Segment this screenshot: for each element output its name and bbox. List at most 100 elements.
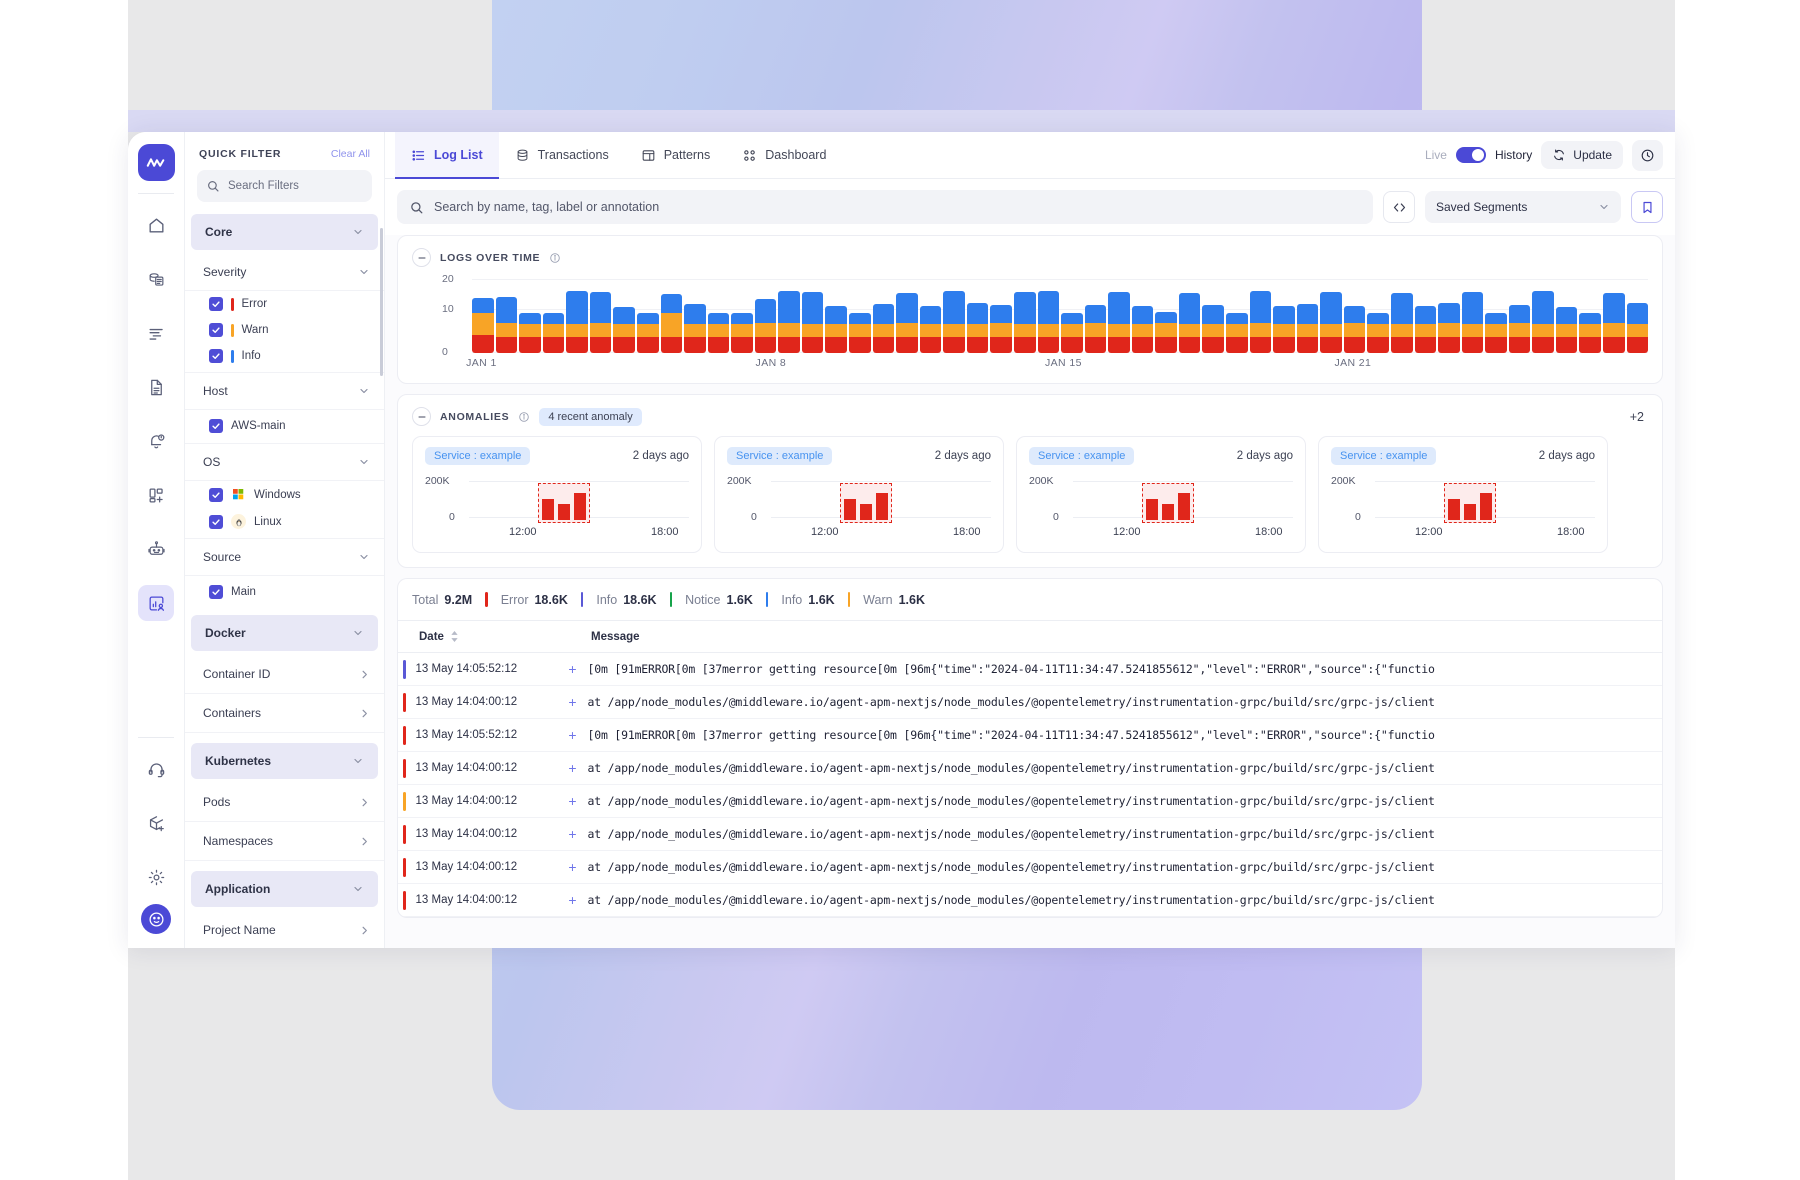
info-icon[interactable] (518, 411, 530, 423)
info-icon[interactable] (549, 252, 561, 264)
robot-icon[interactable] (138, 531, 174, 567)
chart-bar[interactable] (1391, 293, 1413, 353)
filter-subsection-source[interactable]: Source (185, 539, 384, 576)
chart-bar[interactable] (519, 313, 541, 353)
chart-bar[interactable] (1038, 291, 1060, 353)
chart-bar[interactable] (896, 293, 918, 353)
log-user-icon[interactable] (138, 585, 174, 621)
chart-bar[interactable] (1462, 292, 1484, 353)
filter-item-aws-main[interactable]: AWS-main (185, 410, 384, 444)
chart-bar[interactable] (472, 298, 494, 353)
chart-bar[interactable] (637, 313, 659, 353)
plus-icon[interactable]: + (558, 826, 588, 842)
plus-icon[interactable]: + (558, 727, 588, 743)
stat-info-4[interactable]: Info1.6K (781, 593, 834, 607)
filter-lines-icon[interactable] (138, 315, 174, 351)
gear-settings-icon[interactable] (138, 859, 174, 895)
user-avatar-icon[interactable] (141, 904, 171, 934)
chart-bar[interactable] (590, 292, 612, 353)
checkbox-checked-icon[interactable] (209, 349, 223, 363)
chart-bar[interactable] (1202, 305, 1224, 353)
chart-bar[interactable] (920, 306, 942, 353)
chart-bar[interactable] (1438, 303, 1460, 353)
table-row[interactable]: 13 May 14:04:00:12+at /app/node_modules/… (398, 851, 1662, 884)
chart-bar[interactable] (708, 313, 730, 353)
bookmark-icon[interactable] (1631, 191, 1663, 223)
filter-link-containers[interactable]: Containers (185, 694, 384, 733)
chart-bar[interactable] (1014, 292, 1036, 353)
chart-bar[interactable] (1179, 293, 1201, 353)
chart-bar[interactable] (825, 306, 847, 353)
code-brackets-icon[interactable] (1383, 191, 1415, 223)
filter-search-input[interactable]: Search Filters (197, 170, 372, 202)
plus-icon[interactable]: + (558, 793, 588, 809)
clock-icon[interactable] (1632, 140, 1663, 171)
minus-icon[interactable] (412, 407, 431, 426)
chart-bar[interactable] (1085, 305, 1107, 353)
anomaly-card[interactable]: Service : example2 days ago200K012:0018:… (1016, 436, 1306, 553)
chart-bar[interactable] (731, 313, 753, 353)
filter-item-windows[interactable]: Windows (185, 481, 384, 508)
checkbox-checked-icon[interactable] (209, 585, 223, 599)
table-row[interactable]: 13 May 14:04:00:12+at /app/node_modules/… (398, 686, 1662, 719)
filter-subsection-os[interactable]: OS (185, 444, 384, 481)
filter-item-main[interactable]: Main (185, 576, 384, 611)
filter-group-application[interactable]: Application (191, 871, 378, 907)
chart-bar[interactable] (543, 313, 565, 353)
filter-group-kubernetes[interactable]: Kubernetes (191, 743, 378, 779)
chart-bar[interactable] (1273, 306, 1295, 353)
filter-item-warn[interactable]: Warn (185, 317, 384, 343)
checkbox-checked-icon[interactable] (209, 419, 223, 433)
anomaly-card[interactable]: Service : example2 days ago200K012:0018:… (412, 436, 702, 553)
plus-icon[interactable]: + (558, 694, 588, 710)
chart-bar[interactable] (755, 299, 777, 353)
filter-link-container-id[interactable]: Container ID (185, 655, 384, 694)
filter-link-pods[interactable]: Pods (185, 783, 384, 822)
chart-bar[interactable] (1320, 292, 1342, 353)
checkbox-checked-icon[interactable] (209, 323, 223, 337)
database-stack-icon[interactable] (138, 261, 174, 297)
chart-bar[interactable] (873, 304, 895, 353)
chart-bar[interactable] (684, 304, 706, 353)
chart-bar[interactable] (1297, 304, 1319, 353)
filter-group-core[interactable]: Core (191, 214, 378, 250)
chart-bar[interactable] (990, 305, 1012, 353)
document-icon[interactable] (138, 369, 174, 405)
tab-dashboard[interactable]: Dashboard (726, 132, 842, 178)
filter-group-docker[interactable]: Docker (191, 615, 378, 651)
middleware-logo-icon[interactable] (138, 144, 175, 181)
chart-bar[interactable] (943, 291, 965, 353)
checkbox-checked-icon[interactable] (209, 488, 223, 502)
saved-segments-select[interactable]: Saved Segments (1425, 191, 1621, 223)
chart-bar[interactable] (1367, 313, 1389, 353)
alert-bell-icon[interactable] (138, 423, 174, 459)
chart-bar[interactable] (1509, 305, 1531, 353)
chart-bar[interactable] (1532, 291, 1554, 353)
chart-bar[interactable] (1627, 303, 1649, 353)
filter-link-namespaces[interactable]: Namespaces (185, 822, 384, 861)
plus-icon[interactable]: + (558, 892, 588, 908)
chart-bar[interactable] (566, 291, 588, 353)
home-icon[interactable] (138, 207, 174, 243)
filter-subsection-host[interactable]: Host (185, 373, 384, 410)
chart-bar[interactable] (1603, 293, 1625, 353)
chart-bar[interactable] (496, 297, 518, 353)
sort-arrows-icon[interactable] (450, 631, 459, 642)
chart-bar[interactable] (1344, 306, 1366, 353)
checkbox-checked-icon[interactable] (209, 297, 223, 311)
stat-error-1[interactable]: Error18.6K (501, 593, 568, 607)
table-row[interactable]: 13 May 14:04:00:12+at /app/node_modules/… (398, 752, 1662, 785)
column-header-date[interactable]: Date (403, 631, 591, 643)
chart-bar[interactable] (1485, 313, 1507, 353)
table-row[interactable]: 13 May 14:04:00:12+at /app/node_modules/… (398, 785, 1662, 818)
stat-total-0[interactable]: Total9.2M (412, 593, 472, 607)
chart-bar[interactable] (802, 292, 824, 353)
tab-log-list[interactable]: Log List (395, 132, 499, 178)
table-row[interactable]: 13 May 14:04:00:12+at /app/node_modules/… (398, 818, 1662, 851)
chart-bar[interactable] (1250, 291, 1272, 353)
filter-scrollbar[interactable] (380, 228, 383, 376)
anomaly-card[interactable]: Service : example2 days ago200K012:0018:… (714, 436, 1004, 553)
headset-support-icon[interactable] (138, 751, 174, 787)
plus-icon[interactable]: + (558, 859, 588, 875)
anomalies-more-count[interactable]: +2 (1630, 410, 1648, 424)
